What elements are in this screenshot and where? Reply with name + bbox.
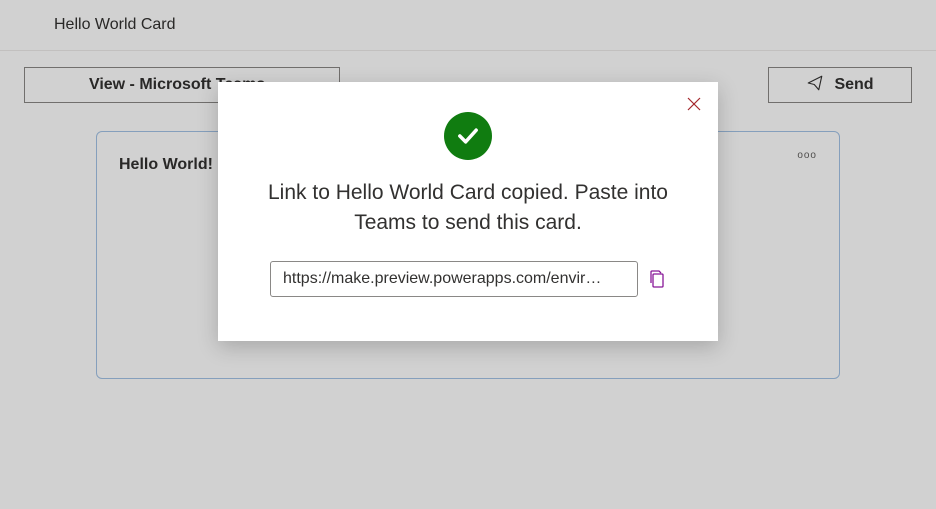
close-icon xyxy=(686,96,702,112)
copy-icon xyxy=(648,269,666,289)
modal-overlay: Link to Hello World Card copied. Paste i… xyxy=(0,0,936,509)
url-input[interactable] xyxy=(270,261,638,297)
copy-button[interactable] xyxy=(648,269,666,289)
url-row xyxy=(248,261,688,297)
copy-link-modal: Link to Hello World Card copied. Paste i… xyxy=(218,82,718,341)
checkmark-icon xyxy=(454,122,482,150)
modal-message: Link to Hello World Card copied. Paste i… xyxy=(248,178,688,239)
close-button[interactable] xyxy=(686,96,702,117)
success-icon xyxy=(444,112,492,160)
